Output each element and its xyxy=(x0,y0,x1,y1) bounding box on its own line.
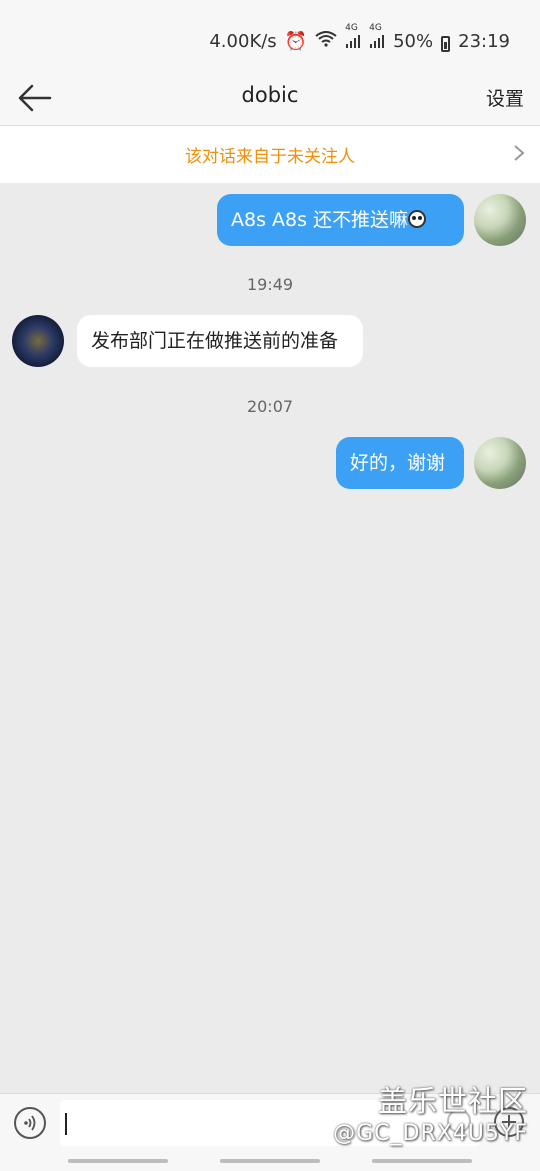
battery-percent: 50% xyxy=(393,31,434,52)
banner-text: 该对话来自于未关注人 xyxy=(185,147,355,167)
sound-wave-icon xyxy=(24,1115,36,1131)
network-speed: 4.00K/s xyxy=(209,31,277,52)
nav-back-button[interactable] xyxy=(372,1159,472,1163)
avatar-self[interactable] xyxy=(474,194,526,246)
system-nav-bar xyxy=(0,1157,540,1170)
chat-header: dobic 设置 xyxy=(0,70,540,126)
clock: 23:19 xyxy=(458,31,510,52)
chevron-right-icon xyxy=(514,145,525,161)
message-text: 发布部门正在做推送前的准备 xyxy=(91,330,339,352)
nav-recent-button[interactable] xyxy=(68,1159,168,1163)
avatar-contact[interactable] xyxy=(12,315,64,367)
message-list[interactable]: A8s A8s 还不推送嘛 19:49 发布部门正在做推送前的准备 20:07 … xyxy=(0,183,540,1093)
timestamp: 19:49 xyxy=(246,275,294,294)
signal-icon-2: 4G xyxy=(369,23,385,52)
text-caret xyxy=(65,1113,67,1135)
status-bar: 4.00K/s ⏰ 4G 4G 50% 23:19 xyxy=(0,0,540,70)
signal-label-1: 4G xyxy=(345,23,358,33)
avatar-self[interactable] xyxy=(474,437,526,489)
signal-label-2: 4G xyxy=(369,23,382,33)
message-text: 好的，谢谢 xyxy=(350,452,446,474)
watermark-title: 盖乐世社区 xyxy=(377,1084,528,1118)
alarm-icon: ⏰ xyxy=(284,31,308,52)
dog-emoji-icon xyxy=(408,210,427,228)
signal-icon-1: 4G xyxy=(345,23,361,52)
settings-button[interactable]: 设置 xyxy=(486,84,524,111)
nav-home-button[interactable] xyxy=(220,1159,320,1163)
message-text: A8s A8s 还不推送嘛 xyxy=(231,209,409,231)
battery-icon xyxy=(441,36,451,52)
message-bubble-self[interactable]: 好的，谢谢 xyxy=(336,437,464,489)
watermark-user: @GC_DRX4U5YF xyxy=(333,1121,528,1146)
timestamp: 20:07 xyxy=(246,397,294,416)
stranger-notice-banner[interactable]: 该对话来自于未关注人 xyxy=(0,126,540,183)
voice-input-button[interactable] xyxy=(14,1107,46,1139)
page-title: dobic xyxy=(241,83,299,107)
message-bubble-other[interactable]: 发布部门正在做推送前的准备 xyxy=(77,315,363,367)
message-bubble-self[interactable]: A8s A8s 还不推送嘛 xyxy=(217,194,464,246)
wifi-icon xyxy=(315,31,337,52)
